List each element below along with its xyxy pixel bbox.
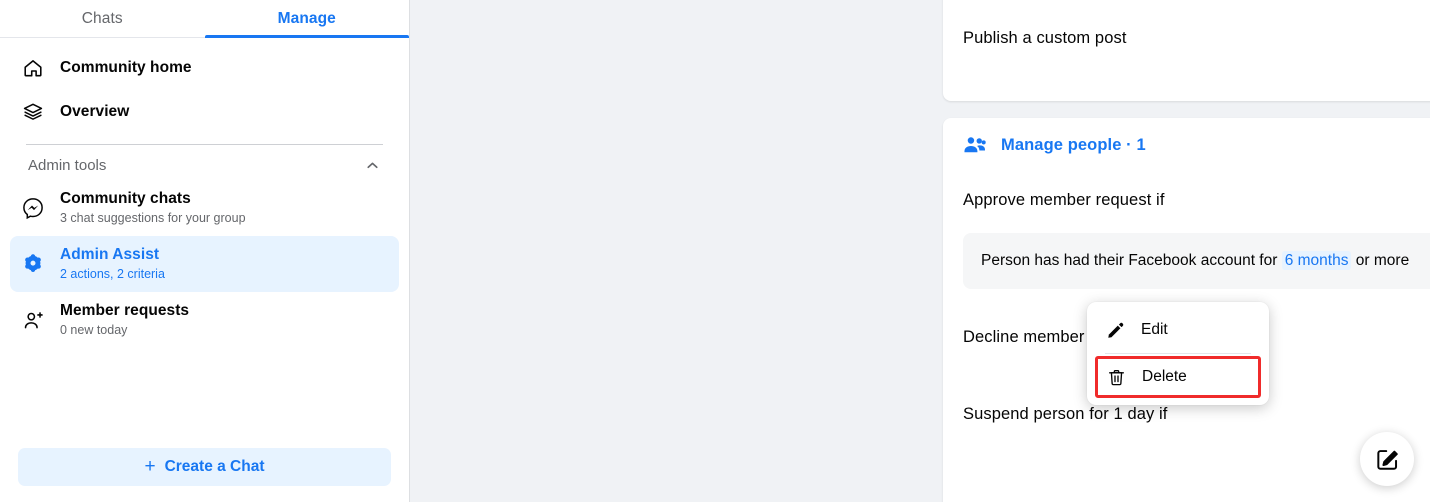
pencil-icon bbox=[1105, 321, 1125, 340]
sidebar-item-sublabel: 0 new today bbox=[60, 323, 128, 337]
publish-custom-post-row: Publish a custom post Add bbox=[943, 22, 1430, 101]
criteria-text-after: or more bbox=[1355, 252, 1410, 269]
sidebar-item-community-home-text: Community home bbox=[60, 58, 192, 78]
person-add-icon bbox=[20, 307, 46, 333]
suspend-person-title: Suspend person for 1 day if bbox=[963, 405, 1168, 423]
context-menu: Edit Delete bbox=[1087, 302, 1269, 405]
sidebar-item-overview-text: Overview bbox=[60, 102, 129, 122]
hidden-item-icon bbox=[20, 357, 46, 383]
sidebar-item-community-home[interactable]: Community home bbox=[10, 46, 399, 90]
admin-assist-icon bbox=[20, 251, 46, 277]
context-menu-item-delete-label: Delete bbox=[1142, 368, 1187, 385]
publish-custom-post-title: Publish a custom post bbox=[963, 29, 1127, 47]
sidebar-item-admin-assist-text: Admin Assist 2 actions, 2 criteria bbox=[60, 245, 165, 283]
compose-fab-button[interactable] bbox=[1360, 432, 1414, 486]
home-icon bbox=[20, 55, 46, 81]
trash-icon bbox=[1106, 368, 1126, 387]
sidebar-nav: Community home Overview Admin tools Comm… bbox=[0, 38, 409, 392]
sidebar-item-label: Community home bbox=[60, 59, 192, 76]
approve-member-request-row: Approve member request if Add bbox=[943, 172, 1430, 229]
sidebar-item-label: Admin Assist bbox=[60, 246, 160, 263]
tab-chats-label: Chats bbox=[81, 9, 123, 27]
app-root: Chats Manage Community home Overview Adm… bbox=[0, 0, 1430, 502]
create-chat-container: + Create a Chat bbox=[0, 438, 409, 502]
context-menu-item-delete[interactable]: Delete bbox=[1095, 356, 1261, 398]
sidebar-tabbar: Chats Manage bbox=[0, 0, 409, 38]
tab-manage[interactable]: Manage bbox=[204, 0, 410, 38]
sidebar-item-partially-hidden[interactable] bbox=[10, 348, 399, 392]
sidebar-item-member-requests-text: Member requests 0 new today bbox=[60, 301, 189, 339]
sidebar: Chats Manage Community home Overview Adm… bbox=[0, 0, 410, 502]
sidebar-item-sublabel: 2 actions, 2 criteria bbox=[60, 267, 165, 281]
sidebar-item-community-chats-text: Community chats 3 chat suggestions for y… bbox=[60, 189, 246, 227]
chevron-up-icon[interactable] bbox=[364, 157, 381, 174]
manage-people-header[interactable]: Manage people · 1 bbox=[943, 118, 1430, 172]
sidebar-section-admin-tools[interactable]: Admin tools bbox=[10, 151, 399, 180]
sidebar-item-overview[interactable]: Overview bbox=[10, 90, 399, 134]
tab-manage-label: Manage bbox=[277, 9, 336, 27]
publish-custom-post-card: Publish a custom post Add bbox=[943, 0, 1430, 101]
sidebar-item-label: Community chats bbox=[60, 190, 191, 207]
layers-icon bbox=[20, 99, 46, 125]
compose-icon bbox=[1375, 447, 1400, 472]
context-menu-item-edit[interactable]: Edit bbox=[1095, 309, 1261, 351]
sidebar-item-admin-assist[interactable]: Admin Assist 2 actions, 2 criteria bbox=[10, 236, 399, 292]
sidebar-item-label: Overview bbox=[60, 103, 130, 120]
context-menu-separator bbox=[1105, 353, 1251, 354]
sidebar-item-label: Member requests bbox=[60, 302, 190, 319]
criteria-row-account-age: Person has had their Facebook account fo… bbox=[963, 233, 1430, 289]
approve-member-request-title: Approve member request if bbox=[963, 191, 1165, 209]
sidebar-section-label: Admin tools bbox=[28, 157, 107, 174]
sidebar-item-community-chats[interactable]: Community chats 3 chat suggestions for y… bbox=[10, 180, 399, 236]
main-content: Publish a custom post Add bbox=[410, 0, 1430, 502]
manage-people-title: Manage people · 1 bbox=[1001, 135, 1146, 154]
sidebar-scroll-fade bbox=[0, 418, 409, 440]
criteria-text: Person has had their Facebook account fo… bbox=[981, 251, 1410, 270]
plus-icon: + bbox=[144, 455, 156, 477]
criteria-text-before: Person has had their Facebook account fo… bbox=[981, 252, 1278, 269]
create-chat-button[interactable]: + Create a Chat bbox=[18, 448, 391, 486]
sidebar-item-sublabel: 3 chat suggestions for your group bbox=[60, 211, 246, 225]
people-group-icon bbox=[963, 134, 987, 156]
create-chat-label: Create a Chat bbox=[164, 458, 265, 475]
criteria-token-duration[interactable]: 6 months bbox=[1281, 251, 1352, 270]
messenger-icon bbox=[20, 195, 46, 221]
sidebar-divider bbox=[26, 144, 383, 145]
sidebar-item-member-requests[interactable]: Member requests 0 new today bbox=[10, 292, 399, 348]
manage-people-header-left: Manage people · 1 bbox=[963, 134, 1146, 156]
tab-chats[interactable]: Chats bbox=[0, 0, 205, 37]
context-menu-item-edit-label: Edit bbox=[1141, 321, 1168, 338]
